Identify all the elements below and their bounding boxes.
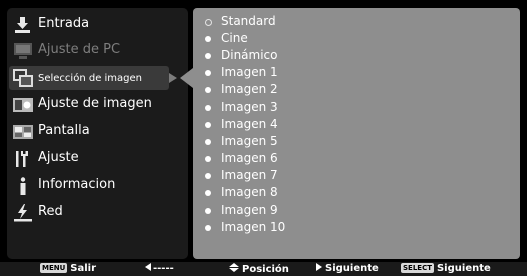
menu-item-label: Informacion	[38, 177, 116, 192]
option-label: Imagen 5	[221, 134, 278, 148]
radio-bullet-icon	[205, 19, 212, 26]
hint-back: -----	[145, 263, 174, 275]
submenu-pointer-icon	[180, 68, 193, 88]
image-select-icon	[12, 68, 34, 88]
radio-bullet-icon	[205, 36, 211, 42]
menu-item-seleccion-de-imagen[interactable]: Selección de imagen	[7, 65, 188, 91]
menu-item-red[interactable]: Red	[7, 200, 188, 226]
hint-select-label: Siguiente	[436, 263, 491, 274]
menu-item-informacion[interactable]: Informacion	[7, 173, 188, 199]
key-guide-bar: MENU Salir ----- Posición Siguiente SELEC…	[0, 262, 527, 276]
menu-item-entrada[interactable]: Entrada	[7, 12, 188, 38]
hint-back-label: -----	[153, 263, 174, 274]
radio-bullet-icon	[205, 87, 211, 93]
menu-item-ajuste-de-pc: Ajuste de PC	[7, 38, 188, 64]
menu-item-label: Ajuste	[38, 150, 79, 165]
hint-next: Siguiente	[316, 263, 379, 275]
option-label: Standard	[221, 14, 276, 28]
option-label: Imagen 4	[221, 117, 278, 131]
input-arrow-icon	[12, 15, 34, 35]
radio-bullet-icon	[205, 139, 211, 145]
arrow-left-icon	[145, 263, 151, 271]
radio-bullet-icon	[205, 105, 211, 111]
hint-exit: MENU Salir	[40, 263, 96, 275]
radio-bullet-icon	[205, 208, 211, 214]
info-icon	[12, 176, 34, 196]
radio-bullet-icon	[205, 173, 211, 179]
option-label: Imagen 8	[221, 185, 278, 199]
arrow-up-down-icon	[229, 263, 239, 273]
menu-item-label: Entrada	[38, 16, 90, 31]
hint-position: Posición	[229, 263, 289, 275]
hint-position-label: Posición	[242, 264, 289, 275]
option-label: Imagen 6	[221, 151, 278, 165]
menu-item-ajuste-de-imagen[interactable]: Ajuste de imagen	[7, 92, 188, 118]
radio-bullet-icon	[205, 190, 211, 196]
radio-bullet-icon	[205, 156, 211, 162]
network-icon	[12, 203, 34, 223]
screen-icon	[12, 122, 34, 142]
radio-bullet-icon	[205, 53, 211, 59]
chevron-right-icon	[169, 73, 177, 83]
menu-item-label: Ajuste de imagen	[38, 96, 152, 111]
main-menu-panel: Entrada Ajuste de PC Selección de imagen…	[7, 8, 188, 259]
menu-item-label: Selección de imagen	[38, 73, 143, 84]
option-label: Imagen 7	[221, 168, 278, 182]
radio-bullet-icon	[205, 122, 211, 128]
menu-item-label: Ajuste de PC	[38, 42, 121, 57]
menu-item-label: Pantalla	[38, 123, 90, 138]
radio-bullet-icon	[205, 225, 211, 231]
hint-select: SELECT Siguiente	[401, 263, 491, 275]
option-label: Dinámico	[221, 48, 278, 62]
pc-monitor-icon	[12, 41, 34, 61]
menu-item-label: Red	[38, 204, 63, 219]
wrench-icon	[12, 149, 34, 169]
menu-item-pantalla[interactable]: Pantalla	[7, 119, 188, 145]
option-label: Imagen 9	[221, 203, 278, 217]
image-adjust-icon	[12, 95, 34, 115]
option-label: Imagen 3	[221, 100, 278, 114]
menu-item-ajuste[interactable]: Ajuste	[7, 146, 188, 172]
menu-key-icon: MENU	[40, 263, 68, 273]
projector-menu-screen: Entrada Ajuste de PC Selección de imagen…	[0, 0, 527, 276]
arrow-right-icon	[316, 263, 322, 271]
hint-exit-label: Salir	[70, 263, 97, 274]
select-key-icon: SELECT	[401, 263, 434, 273]
option-label: Imagen 1	[221, 65, 278, 79]
option-label: Imagen 2	[221, 82, 278, 96]
option-label: Cine	[221, 31, 248, 45]
image-mode-submenu: Standard Cine Dinámico Imagen 1 Imagen 2…	[193, 8, 520, 259]
radio-bullet-icon	[205, 70, 211, 76]
hint-next-label: Siguiente	[325, 263, 379, 274]
option-label: Imagen 10	[221, 220, 286, 234]
